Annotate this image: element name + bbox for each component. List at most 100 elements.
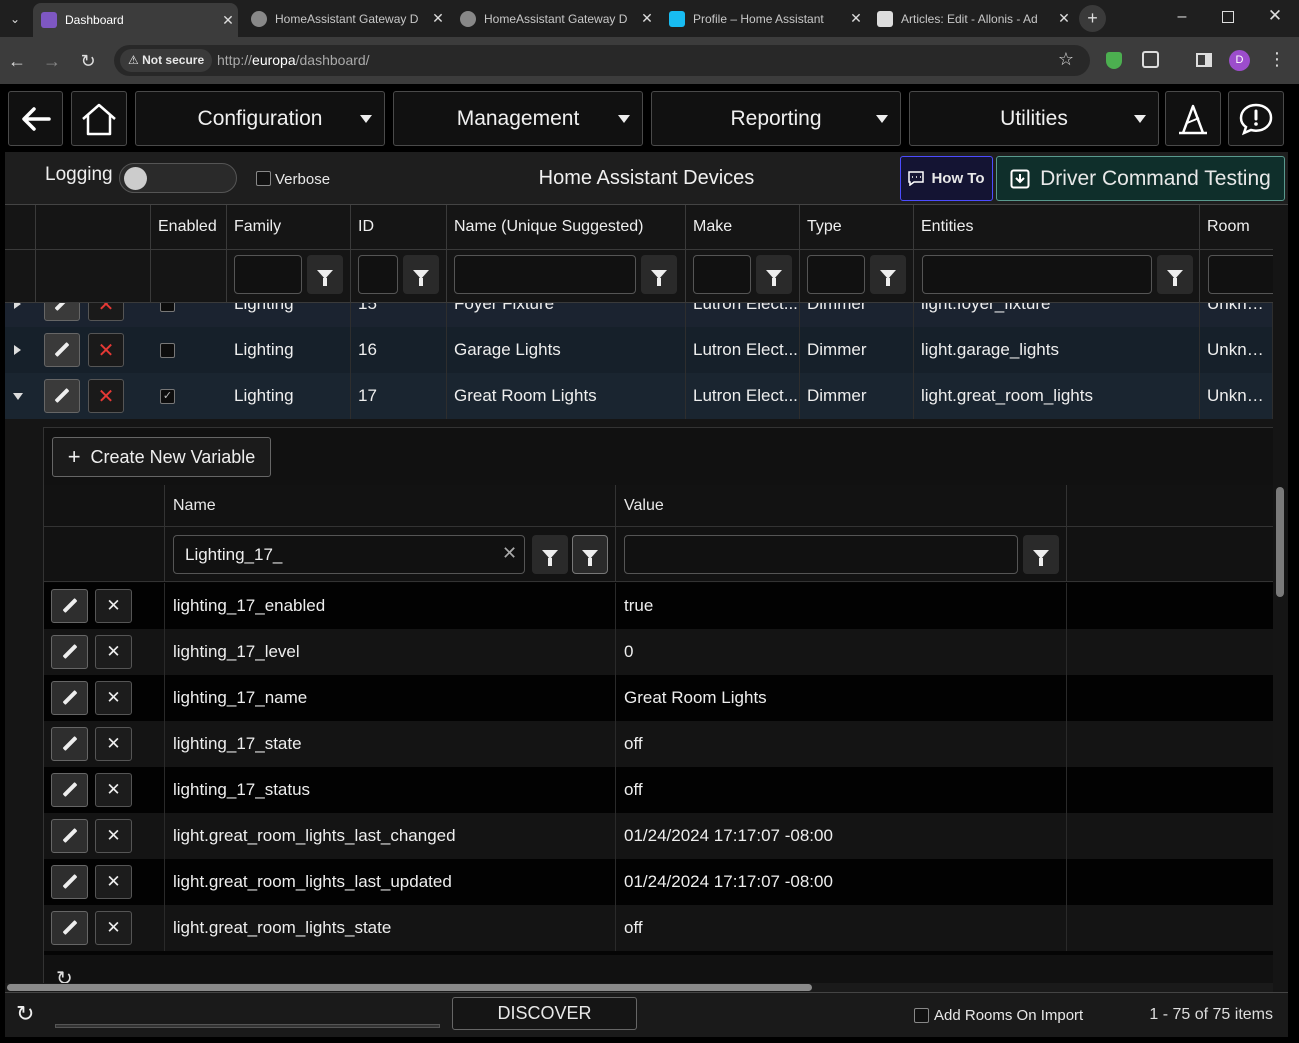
expand-row-icon[interactable] bbox=[14, 303, 21, 309]
how-to-button[interactable]: How To bbox=[900, 156, 993, 201]
variable-name-clear-filter-button[interactable] bbox=[572, 535, 608, 574]
table-row[interactable]: ✕ light.great_room_lights_last_updated 01/… bbox=[44, 859, 1274, 905]
management-menu[interactable]: Management bbox=[393, 91, 643, 146]
table-row[interactable]: ✕ lighting_17_name Great Room Lights bbox=[44, 675, 1274, 721]
entities-filter-input[interactable] bbox=[922, 255, 1152, 294]
expand-row-icon[interactable] bbox=[14, 345, 21, 355]
browser-reload-button[interactable]: ↻ bbox=[76, 49, 100, 73]
column-header-id[interactable]: ID bbox=[351, 205, 447, 249]
delete-variable-button[interactable]: ✕ bbox=[95, 773, 132, 807]
clear-filter-icon[interactable]: ✕ bbox=[502, 543, 517, 564]
edit-variable-button[interactable] bbox=[51, 727, 88, 761]
delete-variable-button[interactable]: ✕ bbox=[95, 911, 132, 945]
delete-variable-button[interactable]: ✕ bbox=[95, 819, 132, 853]
delete-variable-button[interactable]: ✕ bbox=[95, 635, 132, 669]
variable-name-filter-input[interactable] bbox=[173, 535, 525, 574]
scrollbar-thumb[interactable] bbox=[1276, 487, 1284, 597]
wizard-button[interactable] bbox=[1165, 91, 1221, 146]
minimize-window-button[interactable]: – bbox=[1172, 8, 1192, 26]
edit-variable-button[interactable] bbox=[51, 865, 88, 899]
bookmark-star-icon[interactable]: ☆ bbox=[1058, 49, 1074, 70]
edit-variable-button[interactable] bbox=[51, 819, 88, 853]
variable-value-filter-button[interactable] bbox=[1023, 535, 1059, 574]
browser-tab[interactable]: Dashboard ✕ bbox=[33, 3, 238, 37]
make-filter-input[interactable] bbox=[693, 255, 751, 294]
browser-tab[interactable]: HomeAssistant Gateway D ✕ bbox=[243, 5, 448, 32]
not-secure-badge[interactable]: ⚠ Not secure bbox=[120, 49, 213, 72]
edit-variable-button[interactable] bbox=[51, 681, 88, 715]
driver-command-testing-button[interactable]: Driver Command Testing bbox=[996, 156, 1285, 201]
browser-menu-kebab-icon[interactable]: ⋮ bbox=[1268, 49, 1286, 70]
new-tab-button[interactable]: + bbox=[1079, 5, 1106, 32]
edit-row-button[interactable] bbox=[44, 379, 80, 413]
entities-filter-button[interactable] bbox=[1157, 255, 1193, 294]
discover-button[interactable]: DISCOVER bbox=[452, 997, 637, 1030]
close-window-button[interactable]: ✕ bbox=[1266, 6, 1284, 26]
name-filter-input[interactable] bbox=[454, 255, 636, 294]
table-row[interactable]: ✕ lighting_17_enabled true bbox=[44, 583, 1274, 629]
logging-toggle[interactable] bbox=[119, 163, 237, 193]
table-row[interactable]: ✕ Lighting 15 Foyer Fixture Lutron Elect... D… bbox=[5, 303, 1273, 327]
delete-variable-button[interactable]: ✕ bbox=[95, 727, 132, 761]
side-panel-icon[interactable] bbox=[1196, 53, 1212, 67]
address-omnibox[interactable]: ⚠ Not secure http://europa/dashboard/ ☆ bbox=[114, 45, 1090, 76]
delete-row-button[interactable]: ✕ bbox=[88, 303, 124, 321]
browser-forward-button[interactable]: → bbox=[40, 49, 64, 73]
shield-extension-icon[interactable] bbox=[1106, 52, 1122, 69]
type-filter-input[interactable] bbox=[807, 255, 865, 294]
edit-variable-button[interactable] bbox=[51, 911, 88, 945]
add-rooms-on-import-checkbox[interactable] bbox=[914, 1008, 929, 1023]
edit-variable-button[interactable] bbox=[51, 589, 88, 623]
column-header-type[interactable]: Type bbox=[800, 205, 914, 249]
variable-name-filter-button[interactable] bbox=[532, 535, 568, 574]
close-tab-icon[interactable]: ✕ bbox=[218, 12, 238, 29]
table-row[interactable]: ✕ light.great_room_lights_last_changed 01/… bbox=[44, 813, 1274, 859]
enabled-checkbox[interactable] bbox=[160, 343, 175, 358]
utilities-menu[interactable]: Utilities bbox=[909, 91, 1159, 146]
variable-value-filter-input[interactable] bbox=[624, 535, 1018, 574]
family-filter-input[interactable] bbox=[234, 255, 302, 294]
table-row[interactable]: ✕ lighting_17_level 0 bbox=[44, 629, 1274, 675]
edit-row-button[interactable] bbox=[44, 333, 80, 367]
verbose-checkbox[interactable] bbox=[256, 171, 271, 186]
horizontal-scrollbar[interactable] bbox=[5, 983, 1273, 992]
configuration-menu[interactable]: Configuration bbox=[135, 91, 385, 146]
browser-tab[interactable]: Articles: Edit - Allonis - Ad ✕ bbox=[869, 5, 1074, 32]
create-new-variable-button[interactable]: + Create New Variable bbox=[52, 437, 271, 477]
reporting-menu[interactable]: Reporting bbox=[651, 91, 901, 146]
table-row[interactable]: ✕ light.great_room_lights_state off bbox=[44, 905, 1274, 951]
room-filter-input[interactable] bbox=[1208, 255, 1273, 294]
id-filter-button[interactable] bbox=[403, 255, 439, 294]
name-filter-button[interactable] bbox=[641, 255, 677, 294]
delete-variable-button[interactable]: ✕ bbox=[95, 865, 132, 899]
close-tab-icon[interactable]: ✕ bbox=[428, 10, 448, 27]
id-filter-input[interactable] bbox=[358, 255, 398, 294]
column-header-make[interactable]: Make bbox=[686, 205, 800, 249]
column-header-variable-value[interactable]: Value bbox=[616, 485, 1067, 527]
type-filter-button[interactable] bbox=[870, 255, 906, 294]
extensions-puzzle-icon[interactable] bbox=[1142, 51, 1159, 68]
browser-tab[interactable]: HomeAssistant Gateway D ✕ bbox=[452, 5, 657, 32]
table-row[interactable]: ✕ Lighting 16 Garage Lights Lutron Elect... D… bbox=[5, 327, 1273, 373]
close-tab-icon[interactable]: ✕ bbox=[1054, 10, 1074, 27]
column-header-name[interactable]: Name (Unique Suggested) bbox=[447, 205, 686, 249]
delete-variable-button[interactable]: ✕ bbox=[95, 681, 132, 715]
family-filter-button[interactable] bbox=[307, 255, 343, 294]
column-header-variable-name[interactable]: Name bbox=[165, 485, 616, 527]
column-header-enabled[interactable]: Enabled bbox=[151, 205, 227, 249]
make-filter-button[interactable] bbox=[756, 255, 792, 294]
enabled-checkbox[interactable] bbox=[160, 303, 175, 312]
tab-search-chevron-icon[interactable]: ⌄ bbox=[6, 10, 24, 28]
close-tab-icon[interactable]: ✕ bbox=[846, 10, 866, 27]
back-button[interactable] bbox=[8, 91, 63, 146]
column-header-room[interactable]: Room bbox=[1200, 205, 1273, 249]
refresh-grid-icon[interactable]: ↻ bbox=[16, 1001, 34, 1027]
scrollbar-thumb[interactable] bbox=[7, 984, 812, 991]
table-row[interactable]: ✕ lighting_17_status off bbox=[44, 767, 1274, 813]
collapse-row-icon[interactable] bbox=[13, 393, 23, 400]
profile-avatar[interactable]: D bbox=[1229, 50, 1250, 71]
browser-back-button[interactable]: ← bbox=[5, 49, 29, 73]
maximize-window-button[interactable] bbox=[1222, 11, 1234, 23]
edit-variable-button[interactable] bbox=[51, 773, 88, 807]
edit-row-button[interactable] bbox=[44, 303, 80, 321]
